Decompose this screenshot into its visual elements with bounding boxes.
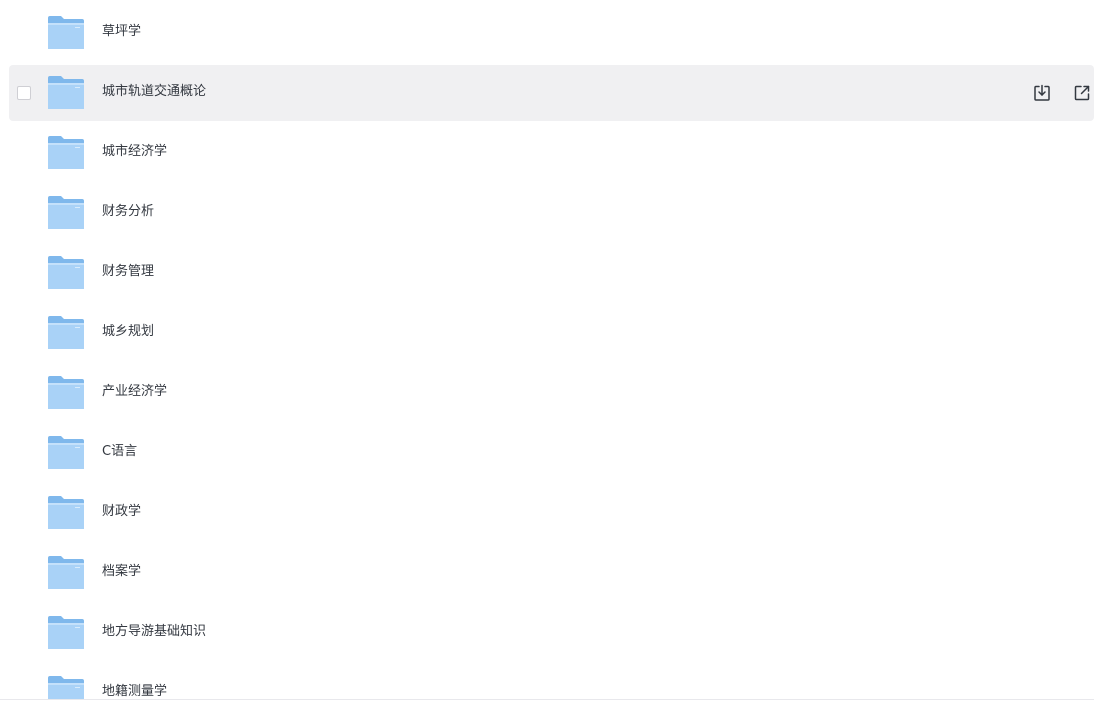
file-row[interactable]: 产业经济学 (9, 365, 1094, 421)
folder-icon (48, 556, 84, 589)
file-name[interactable]: 城市经济学 (102, 143, 167, 161)
file-row[interactable]: 城乡规划 (9, 305, 1094, 361)
file-row[interactable]: C语言 (9, 425, 1094, 481)
file-row[interactable]: 地方导游基础知识 (9, 605, 1094, 661)
file-name[interactable]: 财务分析 (102, 203, 154, 221)
row-checkbox[interactable] (17, 86, 31, 100)
folder-icon (48, 196, 84, 229)
file-name[interactable]: 财务管理 (102, 263, 154, 281)
file-row[interactable]: 财政学 (9, 485, 1094, 541)
folder-icon (48, 316, 84, 349)
folder-icon (48, 496, 84, 529)
share-external-icon (1074, 85, 1090, 101)
folder-icon (48, 376, 84, 409)
folder-icon (48, 136, 84, 169)
file-row[interactable]: 财务管理 (9, 245, 1094, 301)
file-name[interactable]: 档案学 (102, 563, 141, 581)
file-name[interactable]: 产业经济学 (102, 383, 167, 401)
file-name[interactable]: 城乡规划 (102, 323, 154, 341)
file-name[interactable]: 财政学 (102, 503, 141, 521)
folder-icon (48, 436, 84, 469)
file-row[interactable]: 档案学 (9, 545, 1094, 601)
folder-icon (48, 76, 84, 109)
download-icon (1034, 84, 1050, 101)
folder-icon (48, 256, 84, 289)
list-bottom-divider (0, 699, 1094, 700)
folder-icon (48, 16, 84, 49)
share-button[interactable] (1071, 82, 1093, 104)
file-list: 草坪学 城市轨道交通概论 城市经济学 财务分析 财务管理 城乡规划 产业经济学 … (0, 0, 1094, 700)
file-name[interactable]: 地籍测量学 (102, 683, 167, 700)
file-row[interactable]: 地籍测量学 (9, 665, 1094, 700)
download-button[interactable] (1031, 82, 1053, 104)
file-row[interactable]: 城市经济学 (9, 125, 1094, 181)
file-name[interactable]: 城市轨道交通概论 (102, 83, 206, 101)
folder-icon (48, 676, 84, 700)
file-row[interactable]: 草坪学 (9, 5, 1094, 61)
file-row[interactable]: 财务分析 (9, 185, 1094, 241)
file-row-hovered[interactable]: 城市轨道交通概论 (9, 65, 1094, 121)
folder-icon (48, 616, 84, 649)
file-name[interactable]: 草坪学 (102, 23, 141, 41)
file-name[interactable]: C语言 (102, 443, 137, 461)
file-name[interactable]: 地方导游基础知识 (102, 623, 206, 641)
